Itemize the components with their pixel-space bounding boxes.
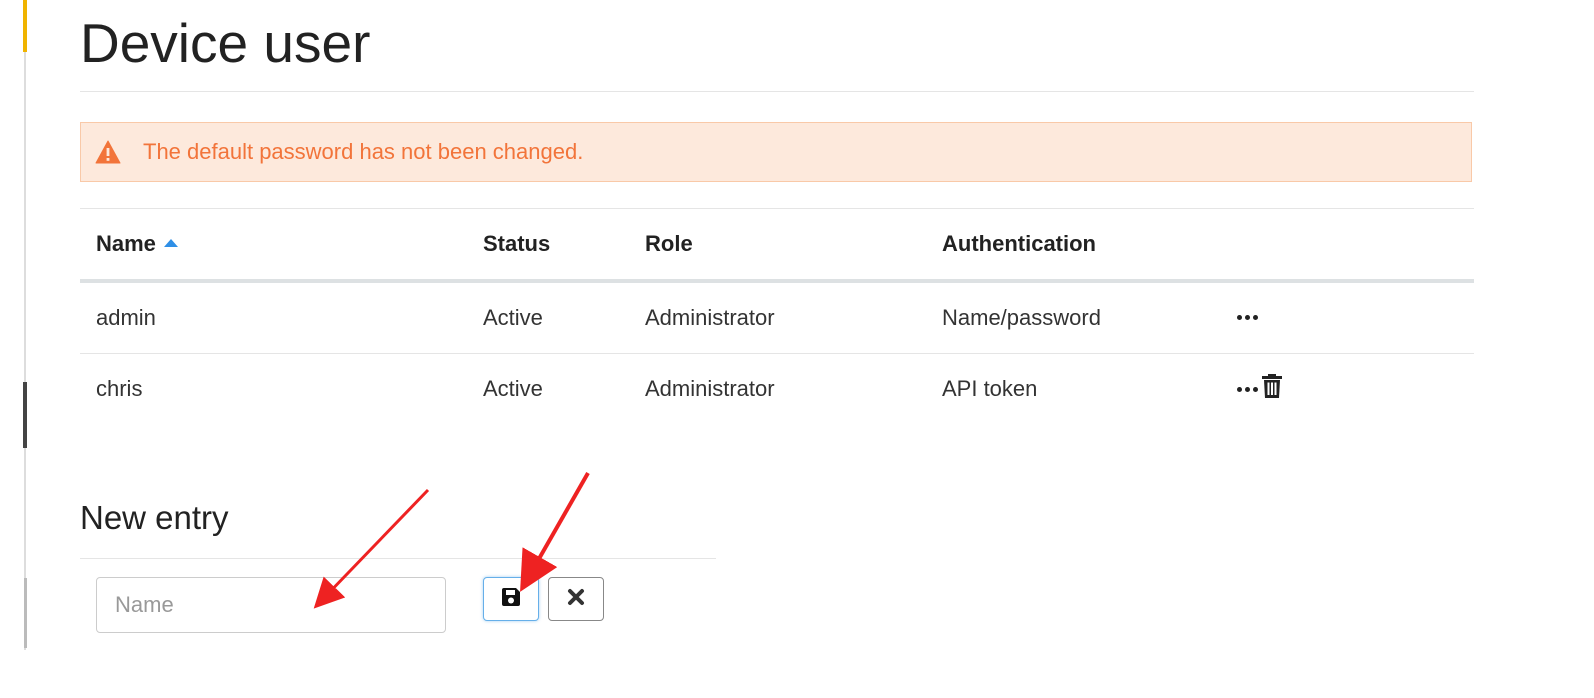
trash-icon[interactable]	[1262, 374, 1282, 404]
column-header-authentication[interactable]: Authentication	[926, 209, 1221, 283]
close-icon	[567, 588, 585, 611]
column-header-status[interactable]: Status	[467, 209, 629, 283]
left-border-accent	[24, 578, 27, 648]
name-input[interactable]	[96, 577, 446, 633]
cell-authentication: API token	[942, 376, 1038, 402]
warning-triangle-icon	[95, 140, 121, 164]
more-icon[interactable]	[1237, 315, 1258, 321]
device-user-page: Device user The default password has not…	[0, 0, 1594, 698]
cell-role: Administrator	[645, 376, 775, 402]
save-button[interactable]	[483, 577, 539, 621]
cell-name: admin	[80, 281, 467, 354]
section-divider	[80, 558, 716, 559]
cell-status: Active	[483, 376, 543, 402]
column-header-role[interactable]: Role	[629, 209, 926, 283]
sort-ascending-icon	[163, 239, 178, 248]
cell-authentication: Name/password	[926, 281, 1221, 354]
annotation-arrow	[520, 472, 590, 592]
cell-actions	[1221, 281, 1474, 354]
cancel-button[interactable]	[548, 577, 604, 621]
users-table: Name Status Role Authentication admin Ac…	[80, 209, 1474, 425]
table-row: chris Active Administrator API token	[80, 353, 1474, 425]
title-divider	[80, 91, 1474, 92]
table-row: admin Active Administrator Name/password	[80, 281, 1474, 354]
cell-status: Active	[467, 281, 629, 354]
left-border	[24, 0, 26, 650]
table-header-row: Name Status Role Authentication	[80, 209, 1474, 283]
cell-role: Administrator	[629, 281, 926, 354]
save-icon	[501, 587, 521, 612]
warning-alert: The default password has not been change…	[80, 122, 1472, 182]
cell-actions	[1221, 353, 1474, 425]
left-border-accent	[23, 0, 27, 52]
page-title: Device user	[80, 12, 371, 74]
column-header-name[interactable]: Name	[80, 209, 467, 283]
alert-message: The default password has not been change…	[143, 139, 584, 164]
column-header-actions	[1221, 209, 1474, 283]
cell-name: chris	[96, 376, 143, 402]
users-table-container: Name Status Role Authentication admin Ac…	[80, 208, 1474, 425]
scroll-indicator	[23, 382, 27, 448]
new-entry-title: New entry	[80, 499, 229, 536]
more-icon[interactable]	[1237, 386, 1258, 392]
